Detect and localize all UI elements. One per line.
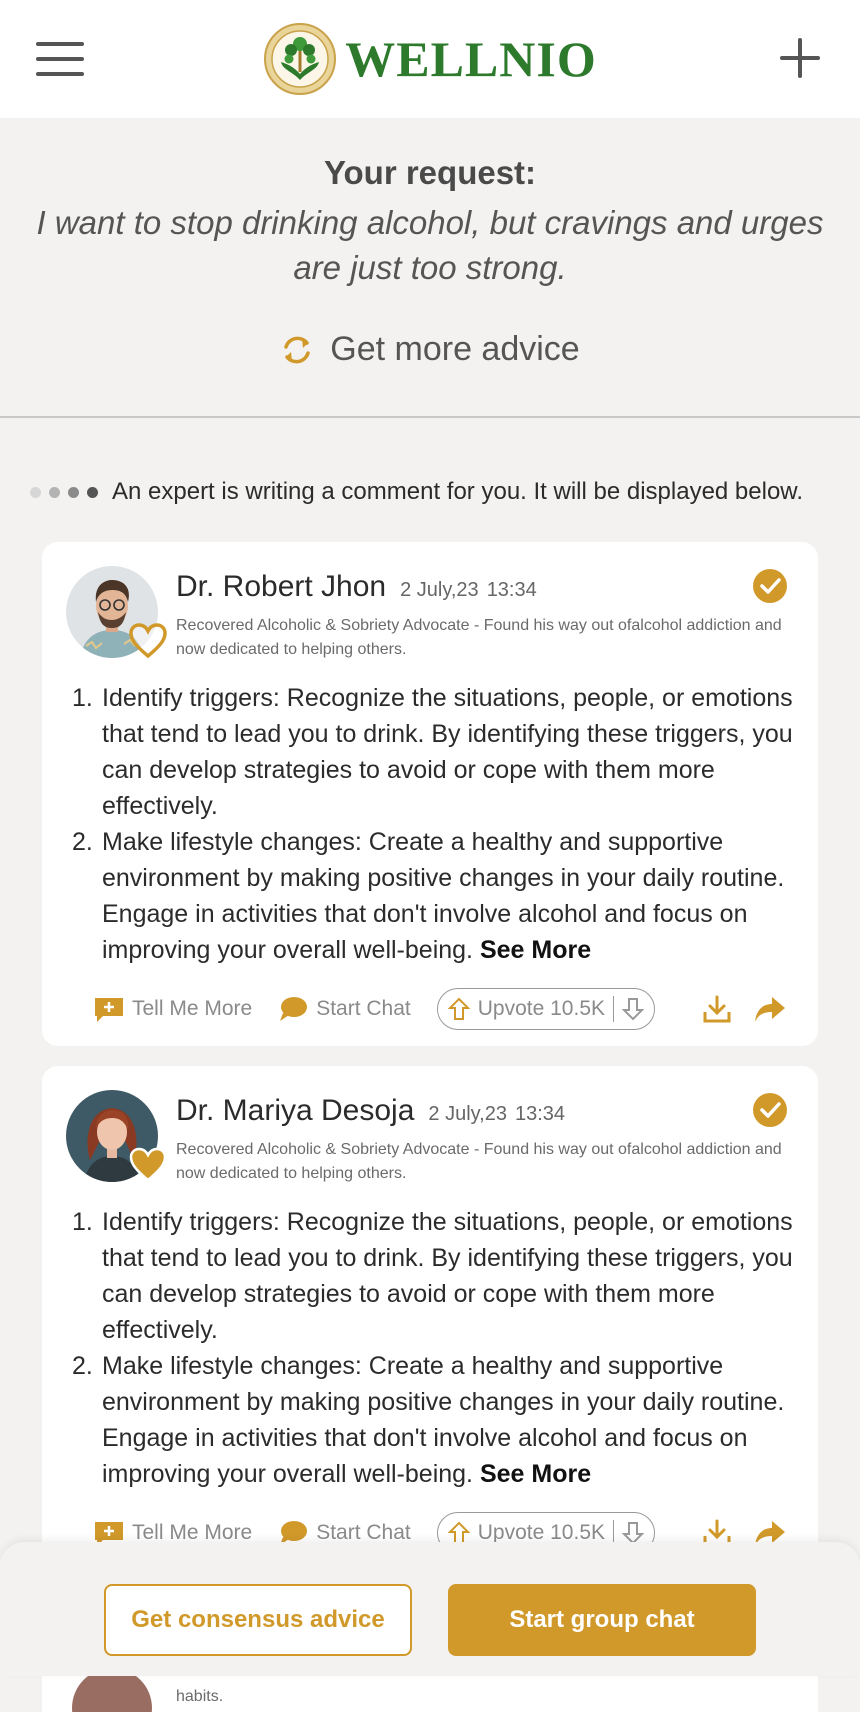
start-chat-label: Start Chat — [316, 997, 411, 1020]
favorite-heart-icon[interactable] — [128, 1146, 168, 1184]
verified-check-icon — [753, 569, 787, 603]
advice-list: 1. Identify triggers: Recognize the situa… — [72, 680, 802, 968]
typing-dots-icon — [30, 486, 98, 498]
comment-time: 13:34 — [486, 579, 537, 601]
menu-icon[interactable] — [36, 42, 84, 76]
list-number: 2. — [72, 1352, 93, 1380]
comment-actions: Tell Me More Start Chat Upvote 10.5K — [94, 988, 794, 1030]
bottom-action-bar: Get consensus advice Start group chat — [0, 1542, 860, 1676]
brand[interactable]: WELLNIO — [263, 22, 597, 96]
comment-card: Dr. Robert Jhon 2 July,23 13:34 Recovered … — [42, 542, 818, 1046]
expert-bio: habits. — [176, 1688, 224, 1705]
advice-text: Identify triggers: Recognize the situati… — [102, 1208, 793, 1344]
request-title: Your request: — [323, 154, 537, 191]
share-icon[interactable] — [754, 994, 786, 1024]
upvote-arrow-icon[interactable] — [447, 997, 470, 1021]
expert-bio: Recovered Alcoholic & Sobriety Advocate … — [176, 617, 782, 658]
see-more-link[interactable]: See More — [480, 1460, 591, 1488]
downvote-arrow-icon[interactable] — [622, 997, 645, 1021]
expert-header: Dr. Robert Jhon 2 July,23 13:34 — [176, 570, 537, 604]
refresh-icon — [284, 336, 311, 363]
upvote-label: Upvote 10.5K — [477, 997, 606, 1020]
favorite-heart-icon[interactable] — [128, 622, 168, 660]
get-more-advice-button[interactable]: Get more advice — [0, 330, 860, 369]
advice-text: Make lifestyle changes: Create a healthy… — [102, 828, 785, 964]
comment-card: Dr. Mariya Desoja 2 July,23 13:34 Recovere… — [42, 1066, 818, 1570]
get-more-advice-label: Get more advice — [330, 330, 580, 368]
list-number: 2. — [72, 828, 93, 856]
advice-text: Identify triggers: Recognize the situati… — [102, 684, 793, 820]
expert-name[interactable]: Dr. Robert Jhon — [176, 570, 386, 603]
comment-time: 13:34 — [514, 1103, 566, 1125]
download-icon[interactable] — [702, 994, 732, 1024]
tree-of-life-logo-icon — [264, 23, 337, 95]
start-group-chat-button[interactable]: Start group chat — [448, 1584, 756, 1656]
add-comment-icon — [95, 998, 123, 1022]
see-more-link[interactable]: See More — [480, 936, 591, 964]
tell-me-more-button[interactable]: Tell Me More — [94, 995, 252, 1023]
section-divider — [0, 416, 860, 418]
upvote-separator — [613, 996, 615, 1022]
tell-me-more-label: Tell Me More — [132, 997, 253, 1020]
list-item: 1. Identify triggers: Recognize the situa… — [72, 1204, 802, 1348]
advice-text: Make lifestyle changes: Create a healthy… — [102, 1352, 785, 1488]
add-icon[interactable] — [780, 38, 820, 78]
verified-check-icon — [753, 1093, 787, 1127]
expert-name[interactable]: Dr. Mariya Desoja — [176, 1094, 414, 1127]
chat-bubble-icon — [280, 997, 308, 1021]
list-item: 2. Make lifestyle changes: Create a healt… — [72, 1348, 802, 1492]
request-section: Your request: I want to stop drinking al… — [0, 118, 860, 418]
advice-list: 1. Identify triggers: Recognize the situa… — [72, 1204, 802, 1492]
request-text: I want to stop drinking alcohol, but cra… — [36, 204, 824, 286]
typing-notice-text: An expert is writing a comment for you. … — [112, 478, 803, 505]
start-chat-button[interactable]: Start Chat — [278, 995, 411, 1023]
avatar-container — [66, 566, 167, 659]
expert-header: Dr. Mariya Desoja 2 July,23 13:34 — [176, 1094, 565, 1128]
get-consensus-advice-button[interactable]: Get consensus advice — [104, 1584, 412, 1656]
expert-bio: Recovered Alcoholic & Sobriety Advocate … — [176, 1141, 782, 1182]
upvote-control[interactable]: Upvote 10.5K — [436, 988, 656, 1030]
list-number: 1. — [72, 684, 93, 712]
list-item: 1. Identify triggers: Recognize the situa… — [72, 680, 802, 824]
top-bar: WELLNIO — [0, 0, 860, 118]
list-item: 2. Make lifestyle changes: Create a healt… — [72, 824, 802, 968]
comment-date: 2 July,23 — [428, 1103, 507, 1125]
list-number: 1. — [72, 1208, 93, 1236]
typing-notice: An expert is writing a comment for you. … — [30, 474, 850, 510]
comment-date: 2 July,23 — [400, 579, 479, 601]
brand-name: WELLNIO — [345, 31, 597, 87]
avatar-container — [66, 1090, 167, 1182]
